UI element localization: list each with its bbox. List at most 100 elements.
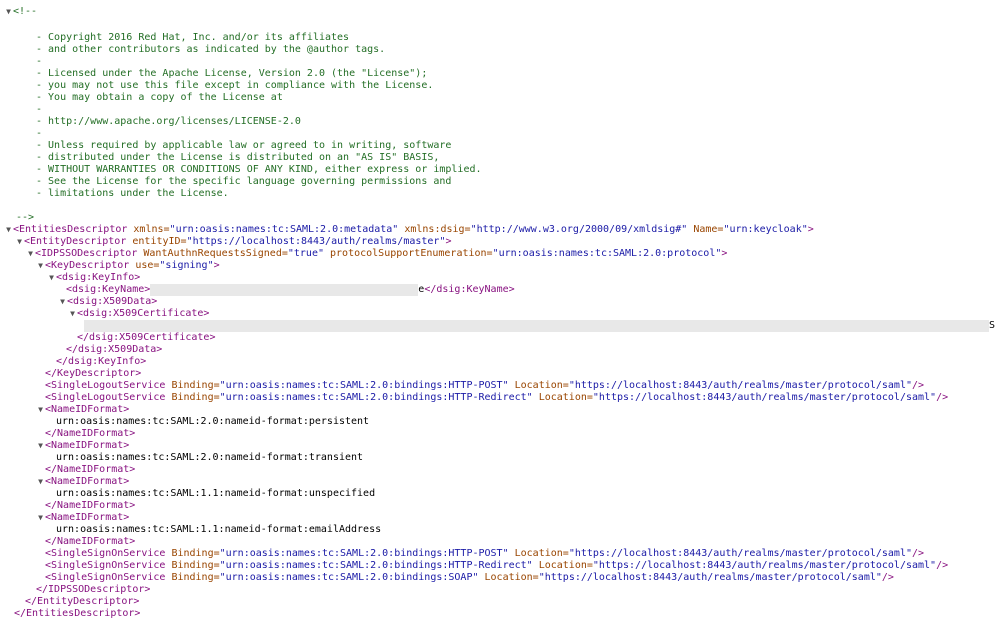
attribute-value: "urn:oasis:names:tc:SAML:2.0:metadata" — [169, 224, 399, 235]
collapse-toggle-icon[interactable]: ▼ — [58, 296, 67, 308]
tag-name: </NameIDFormat> — [45, 536, 136, 547]
xml-tree-viewer: ▼ <!-- - Copyright 2016 Red Hat, Inc. and… — [0, 0, 999, 631]
attribute-name: WantAuthnRequestsSigned= — [137, 248, 288, 259]
nameid-format-line: ▼ <NameIDFormat> — [36, 512, 129, 524]
tag-name: </NameIDFormat> — [45, 464, 136, 475]
collapse-toggle-icon[interactable]: ▼ — [4, 224, 13, 236]
comment-line: - Copyright 2016 Red Hat, Inc. and/or it… — [36, 32, 350, 43]
attribute-value: "https://localhost:8443/auth/realms/mast… — [592, 560, 937, 571]
attribute-name: Binding= — [165, 548, 220, 559]
attribute-value: "https://localhost:8443/auth/realms/mast… — [538, 572, 882, 583]
comment-line: - Licensed under the Apache License, Ver… — [36, 68, 428, 79]
nameid-format-line: ▼ <NameIDFormat> — [36, 440, 129, 452]
tag-name: </dsig:KeyName> — [424, 284, 515, 295]
attribute-value: "urn:oasis:names:tc:SAML:2.0:bindings:HT… — [219, 392, 533, 403]
attribute-name: use= — [129, 260, 160, 271]
collapse-toggle-icon[interactable]: ▼ — [4, 6, 13, 18]
certificate-body-line: S — [84, 320, 999, 332]
attribute-name: Location= — [478, 572, 539, 583]
collapse-toggle-icon[interactable]: ▼ — [15, 236, 24, 248]
nameid-format-value: urn:oasis:names:tc:SAML:1.1:nameid-forma… — [56, 488, 376, 499]
attribute-name: Binding= — [165, 572, 220, 583]
tag-name: </IDPSSODescriptor> — [36, 584, 151, 595]
tag-bracket: /> — [936, 392, 949, 403]
comment-line: - WITHOUT WARRANTIES OR CONDITIONS OF AN… — [36, 164, 482, 175]
collapse-toggle-icon[interactable]: ▼ — [36, 260, 45, 272]
tag-name: <SingleLogoutService — [45, 392, 166, 403]
attribute-name: xmlns= — [127, 224, 170, 235]
comment-line: - and other contributors as indicated by… — [36, 44, 386, 55]
attribute-name: xmlns:dsig= — [398, 224, 471, 235]
tag-name: <NameIDFormat> — [45, 404, 130, 415]
attribute-value: "urn:keycloak" — [723, 224, 808, 235]
attribute-value: "urn:oasis:names:tc:SAML:2.0:bindings:HT… — [219, 560, 533, 571]
tag-name: <KeyDescriptor — [45, 260, 130, 271]
attribute-value: "https://localhost:8443/auth/realms/mast… — [568, 380, 912, 391]
single-logout-service-line: <SingleLogoutService Binding="urn:oasis:… — [45, 380, 924, 392]
collapse-toggle-icon[interactable]: ▼ — [36, 440, 45, 452]
comment-line: - http://www.apache.org/licenses/LICENSE… — [36, 116, 301, 127]
nameid-format-close: </NameIDFormat> — [45, 536, 135, 548]
comment-line: - limitations under the License. — [36, 188, 229, 199]
comment-line: - See the License for the specific langu… — [36, 176, 452, 187]
attribute-value: "signing" — [159, 260, 214, 271]
idpsso-descriptor-close: </IDPSSODescriptor> — [36, 584, 150, 596]
comment-line: - Unless required by applicable law or a… — [36, 140, 452, 151]
tag-name: <SingleSignOnService — [45, 548, 166, 559]
entities-descriptor-line: ▼ <EntitiesDescriptor xmlns="urn:oasis:na… — [4, 224, 814, 236]
entity-descriptor-close: </EntityDescriptor> — [25, 596, 139, 608]
nameid-format-line: ▼ <NameIDFormat> — [36, 476, 129, 488]
attribute-name: Name= — [687, 224, 724, 235]
attribute-name: Location= — [532, 560, 593, 571]
nameid-format-line: ▼ <NameIDFormat> — [36, 404, 129, 416]
attribute-value: "https://localhost:8443/auth/realms/mast… — [186, 236, 446, 247]
tag-name: <dsig:X509Data> — [67, 296, 158, 307]
single-sign-on-service-line: <SingleSignOnService Binding="urn:oasis:… — [45, 548, 924, 560]
tag-name: <dsig:X509Certificate> — [77, 308, 210, 319]
tag-bracket: /> — [911, 548, 925, 559]
key-info-close: </dsig:KeyInfo> — [56, 356, 146, 368]
nameid-format-close: </NameIDFormat> — [45, 500, 135, 512]
collapse-toggle-icon[interactable]: ▼ — [47, 272, 56, 284]
attribute-name: entityID= — [126, 236, 187, 247]
tag-bracket: > — [807, 224, 814, 235]
attribute-value: "true" — [287, 248, 324, 259]
collapse-toggle-icon[interactable]: ▼ — [36, 404, 45, 416]
nameid-format-value: urn:oasis:names:tc:SAML:2.0:nameid-forma… — [56, 452, 364, 463]
single-sign-on-service-line: <SingleSignOnService Binding="urn:oasis:… — [45, 572, 894, 584]
tag-bracket: > — [445, 236, 452, 247]
tag-name: <IDPSSODescriptor — [35, 248, 138, 259]
tag-name: <SingleLogoutService — [45, 380, 166, 391]
attribute-name: Location= — [508, 548, 569, 559]
attribute-name: Binding= — [165, 392, 220, 403]
nameid-format-close: </NameIDFormat> — [45, 428, 135, 440]
comment-line: - — [36, 104, 43, 115]
collapse-toggle-icon[interactable]: ▼ — [36, 476, 45, 488]
tag-name: </dsig:X509Data> — [66, 344, 163, 355]
tag-name: <dsig:KeyInfo> — [56, 272, 141, 283]
attribute-name: Location= — [508, 380, 569, 391]
tag-name: </dsig:KeyInfo> — [56, 356, 147, 367]
attribute-name: protocolSupportEnumeration= — [324, 248, 493, 259]
attribute-value: "https://localhost:8443/auth/realms/mast… — [568, 548, 912, 559]
tag-bracket: /> — [911, 380, 925, 391]
collapse-toggle-icon[interactable]: ▼ — [26, 248, 35, 260]
tag-name: </EntityDescriptor> — [25, 596, 140, 607]
attribute-value: "urn:oasis:names:tc:SAML:2.0:bindings:HT… — [219, 380, 509, 391]
collapse-toggle-icon[interactable]: ▼ — [68, 308, 77, 320]
entity-descriptor-line: ▼ <EntityDescriptor entityID="https://loc… — [15, 236, 452, 248]
attribute-value: "https://localhost:8443/auth/realms/mast… — [592, 392, 937, 403]
comment-close: --> — [16, 212, 35, 223]
x509-data-close: </dsig:X509Data> — [66, 344, 162, 356]
tag-name: </NameIDFormat> — [45, 500, 136, 511]
tag-name: </EntitiesDescriptor> — [14, 608, 141, 619]
collapse-toggle-icon[interactable]: ▼ — [36, 512, 45, 524]
comment-line: - — [36, 56, 43, 67]
comment-line: - distributed under the License is distr… — [36, 152, 440, 163]
attribute-value: "http://www.w3.org/2000/09/xmldsig#" — [470, 224, 688, 235]
tag-name: </KeyDescriptor> — [45, 368, 142, 379]
tag-name: <EntityDescriptor — [24, 236, 127, 247]
comment-open-line: ▼ <!-- — [4, 6, 37, 18]
key-descriptor-close: </KeyDescriptor> — [45, 368, 141, 380]
redacted-key-name — [150, 284, 419, 296]
